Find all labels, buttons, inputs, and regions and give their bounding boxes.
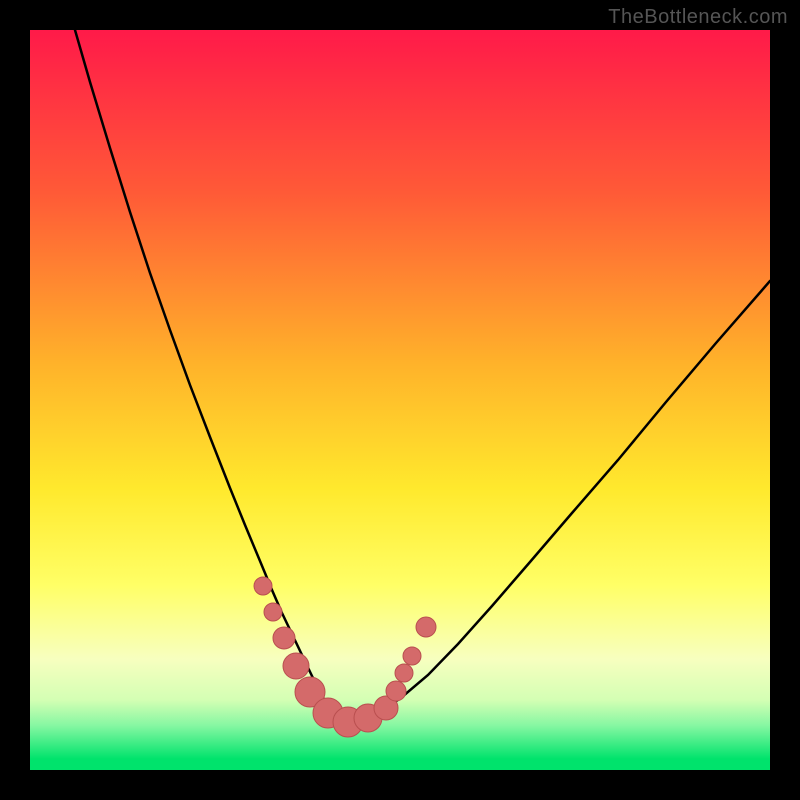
chart-frame: TheBottleneck.com [0, 0, 800, 800]
plot-area [30, 30, 770, 770]
chart-svg [30, 30, 770, 770]
curve-marker [416, 617, 436, 637]
curve-marker [264, 603, 282, 621]
curve-marker [283, 653, 309, 679]
curve-marker [403, 647, 421, 665]
curve-marker [395, 664, 413, 682]
curve-marker [386, 681, 406, 701]
curve-marker [273, 627, 295, 649]
watermark-text: TheBottleneck.com [608, 6, 788, 29]
gradient-background [30, 30, 770, 770]
curve-marker [254, 577, 272, 595]
